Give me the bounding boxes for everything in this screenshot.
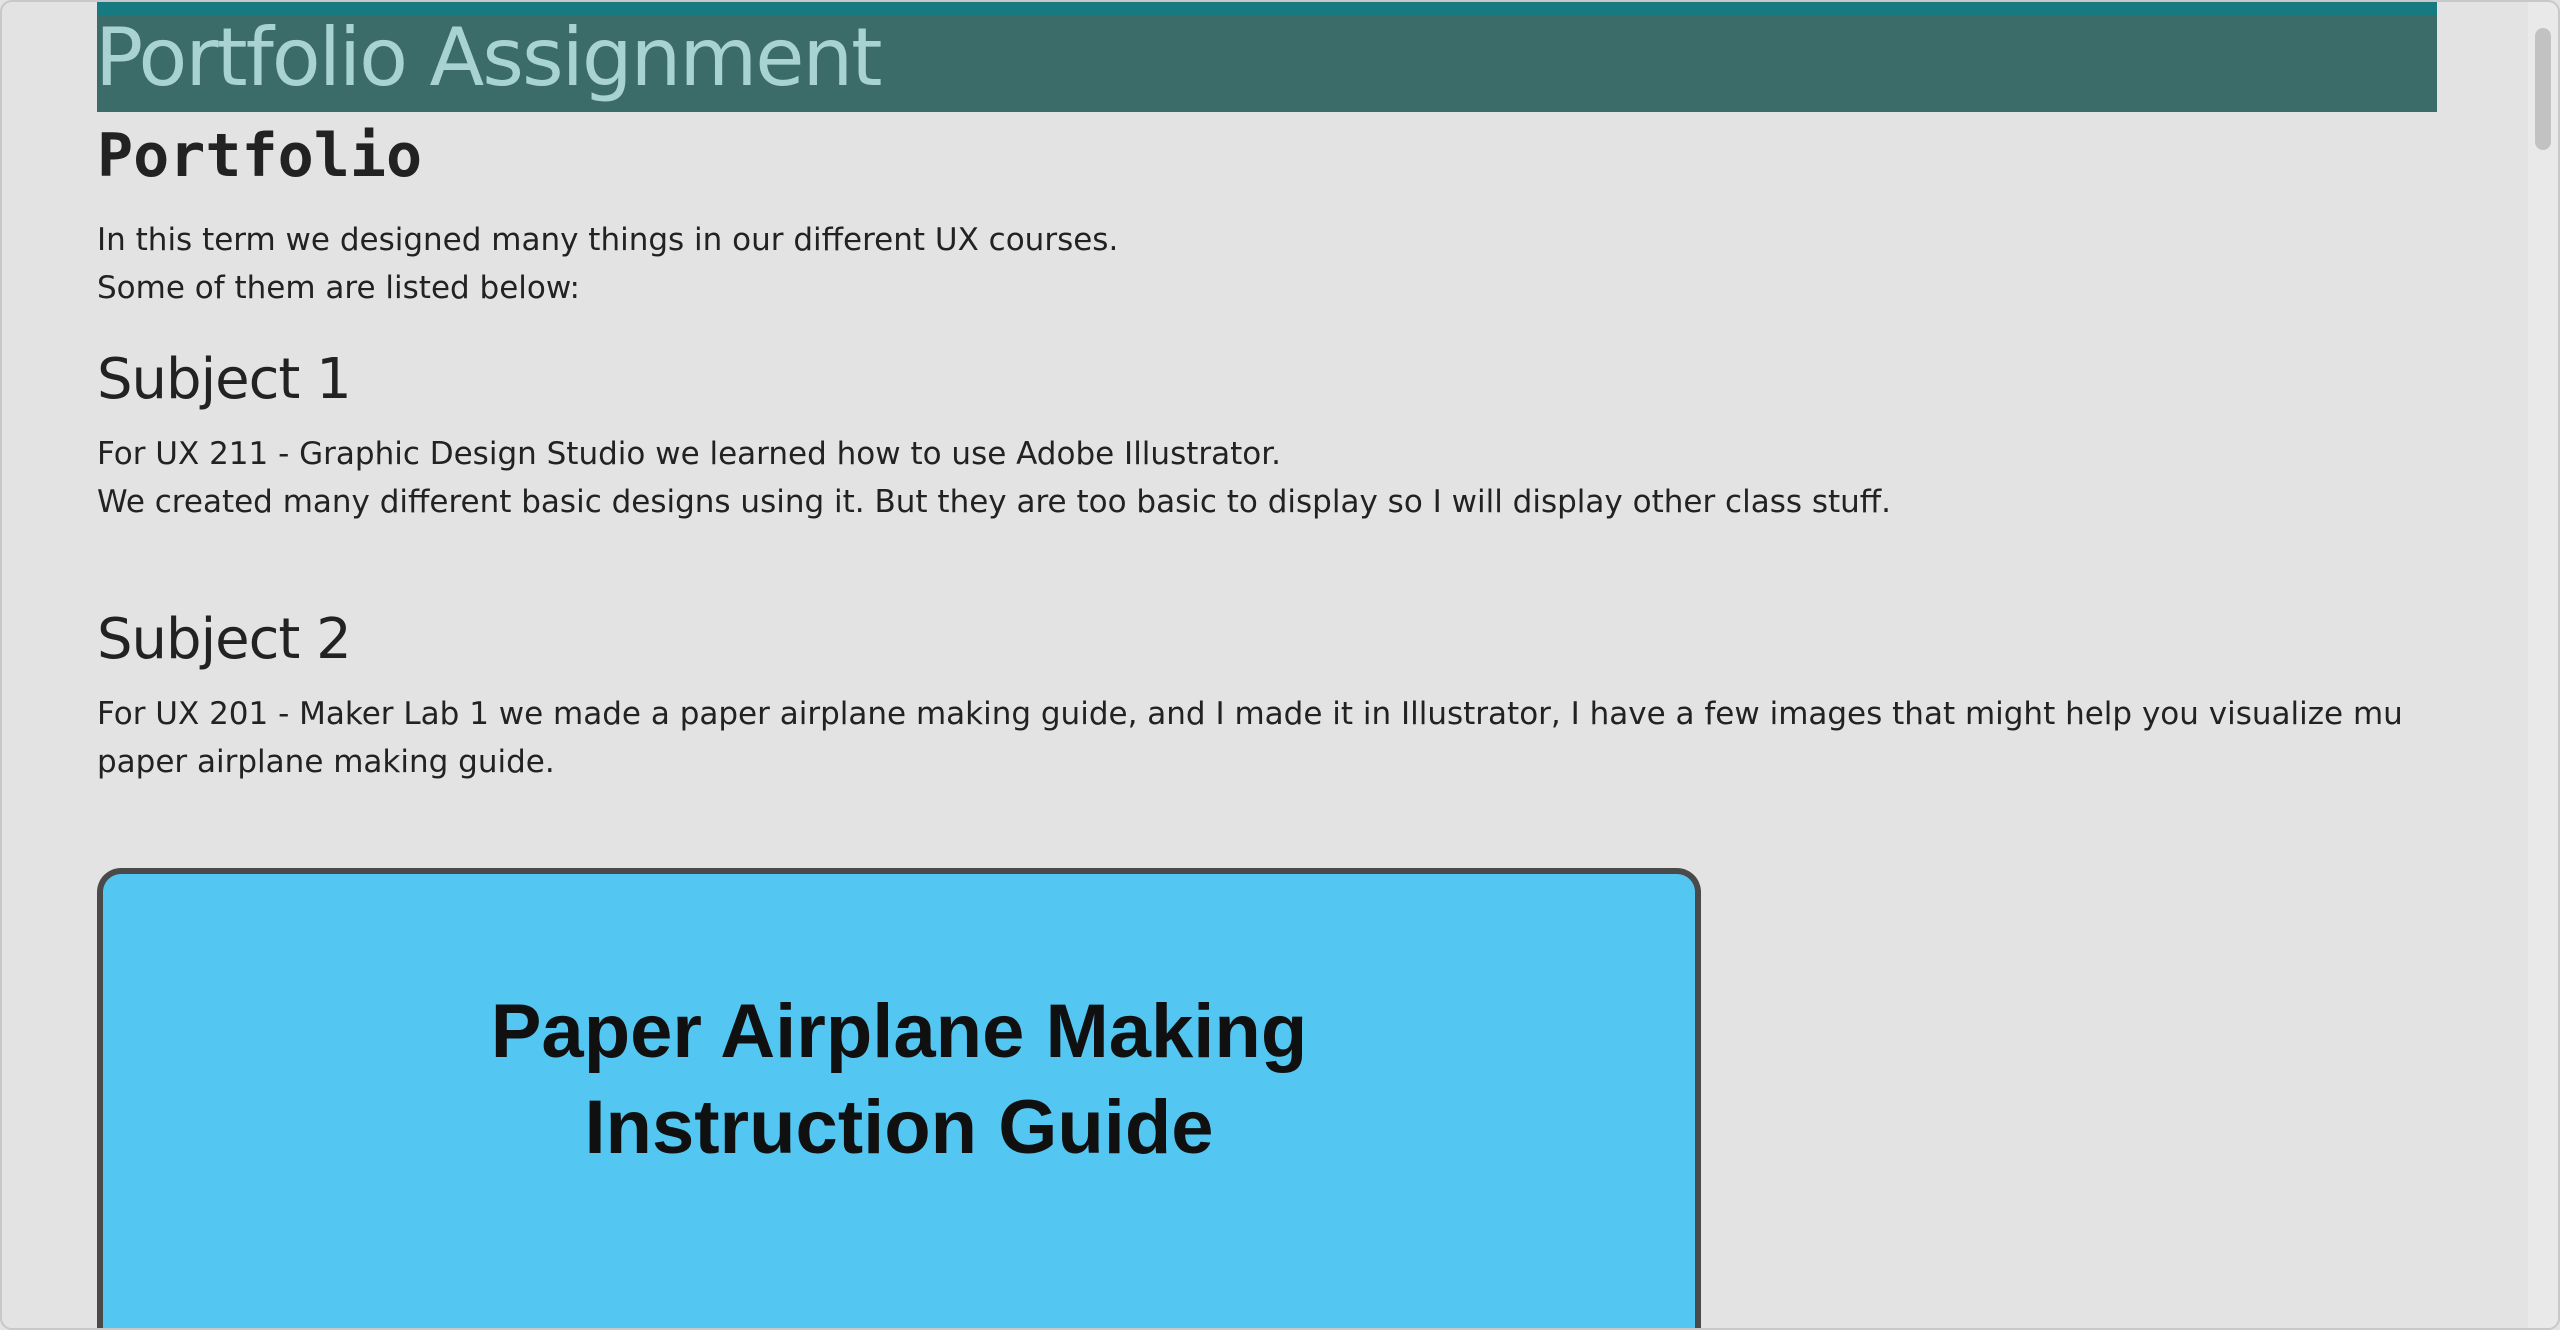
scrollbar-thumb[interactable] [2535,28,2551,150]
page-title: Portfolio Assignment [97,11,883,104]
intro-line-2: Some of them are listed below: [97,270,580,306]
paper-airplane-guide-image: Paper Airplane Making Instruction Guide [97,868,1701,1328]
guide-title-line-2: Instruction Guide [584,1085,1214,1170]
subject-2-line-1: For UX 201 - Maker Lab 1 we made a paper… [97,696,2403,780]
guide-title-line-1: Paper Airplane Making [490,989,1308,1074]
page-header: Portfolio Assignment [97,2,2437,112]
subject-2-heading: Subject 2 [97,607,352,672]
subject-1-line-1: For UX 211 - Graphic Design Studio we le… [97,436,1281,472]
intro-line-1: In this term we designed many things in … [97,222,1119,258]
guide-image-title: Paper Airplane Making Instruction Guide [103,984,1695,1176]
subject-1-line-2: We created many different basic designs … [97,484,1892,520]
browser-window: Portfolio Assignment Portfolio In this t… [0,0,2560,1330]
portfolio-heading: Portfolio [97,121,423,191]
subject-1-heading: Subject 1 [97,347,352,412]
vertical-scrollbar[interactable] [2528,2,2558,1328]
